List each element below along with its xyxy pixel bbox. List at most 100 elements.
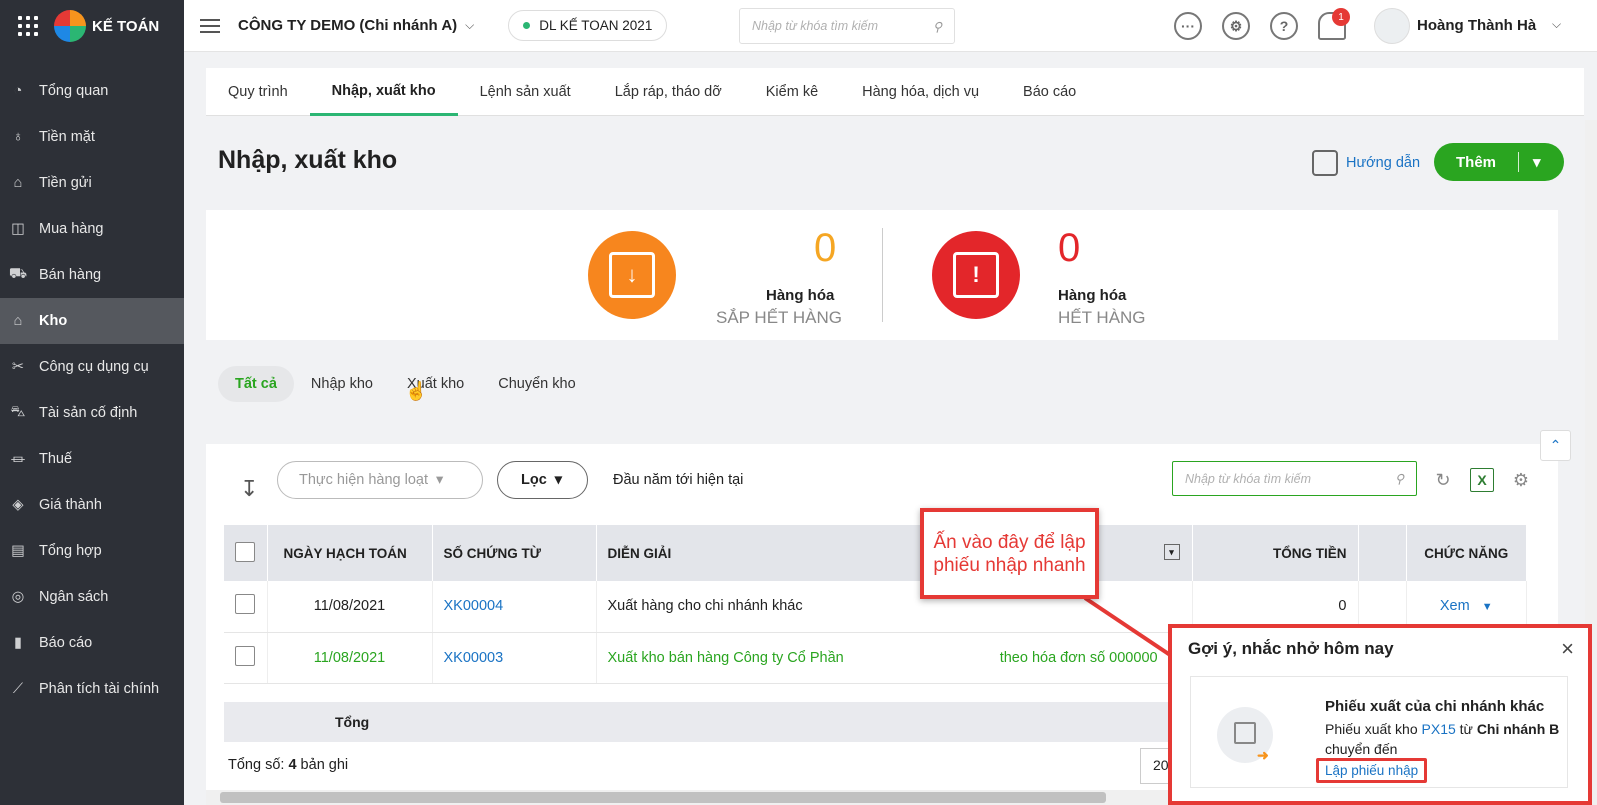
sidebar-item-1[interactable]: ♁ Tiền mặt [0, 114, 184, 160]
user-name[interactable]: Hoàng Thành Hà [1417, 17, 1536, 34]
logo-row: KẾ TOÁN [0, 0, 184, 52]
tab-1[interactable]: Nhập, xuất kho [309, 68, 458, 116]
building-icon [1234, 722, 1256, 744]
out-stock-count[interactable]: 0 [1058, 226, 1080, 271]
cell-doc-link[interactable]: XK00003 [432, 632, 597, 684]
tab-3[interactable]: Lắp ráp, tháo dỡ [593, 68, 744, 116]
tab-0[interactable]: Quy trình [228, 68, 310, 116]
company-selector[interactable]: CÔNG TY DEMO (Chi nhánh A) [238, 17, 457, 34]
column-filter-icon[interactable]: ▾ [1163, 544, 1180, 560]
global-search-input[interactable]: Nhập từ khóa tìm kiếm ⚲ [739, 8, 955, 44]
add-button[interactable]: Thêm ▾ [1434, 143, 1564, 181]
action-dropdown-icon[interactable]: ▼ [1482, 601, 1493, 613]
filter-tab-0[interactable]: Tất cả [218, 366, 294, 402]
low-stock-sub: SẮP HẾT HÀNG [716, 308, 842, 327]
sidebar-item-label: Phân tích tài chính [39, 681, 160, 697]
collapse-up-icon[interactable]: ⌃ [1540, 430, 1571, 461]
sidebar-item-12[interactable]: ▮ Báo cáo [0, 620, 184, 666]
notification-badge: 1 [1332, 8, 1350, 26]
sidebar-nav: ◔ Tổng quan ♁ Tiền mặt ⌂ Tiền gửi ◫ Mua hàng ⛟ Bá… [0, 68, 184, 712]
tab-2[interactable]: Lệnh sản xuất [458, 68, 593, 116]
signpost-icon [1312, 150, 1338, 176]
low-stock-icon[interactable]: ↓ [588, 231, 676, 319]
row-checkbox[interactable] [235, 594, 256, 615]
close-icon[interactable]: × [1561, 636, 1574, 662]
sidebar-item-10[interactable]: ▤ Tổng hợp [0, 528, 184, 574]
sidebar-item-5[interactable]: ⌂ Kho [0, 298, 184, 344]
bulk-action-label: Thực hiện hàng loạt [299, 472, 429, 488]
low-stock-count[interactable]: 0 [814, 226, 836, 271]
gear-icon[interactable]: ⚙ [1222, 12, 1250, 40]
menu-icon[interactable] [200, 15, 220, 37]
sidebar-item-label: Công cụ dụng cụ [39, 359, 149, 375]
sidebar-item-label: Tổng quan [39, 83, 109, 99]
col-total[interactable]: TỔNG TIỀN [1192, 525, 1359, 581]
refresh-icon[interactable]: ↻ [1431, 468, 1455, 492]
sidebar-item-9[interactable]: ◈ Giá thành [0, 482, 184, 528]
scroll-thumb[interactable] [220, 792, 1106, 803]
sidebar-item-0[interactable]: ◔ Tổng quan [0, 68, 184, 114]
user-chevron-down-icon[interactable]: ⌵ [1552, 17, 1561, 32]
bell-icon[interactable]: 1 [1318, 8, 1350, 40]
tab-4[interactable]: Kiểm kê [744, 68, 840, 116]
create-receipt-link[interactable]: Lập phiếu nhập [1316, 758, 1428, 783]
sidebar-item-3[interactable]: ◫ Mua hàng [0, 206, 184, 252]
select-all-cell [224, 525, 268, 581]
sidebar-item-label: Tiền mặt [39, 129, 95, 145]
sidebar-item-label: Tổng hợp [39, 543, 102, 559]
app-grid-icon[interactable] [18, 16, 38, 36]
grid-search-input[interactable]: Nhập từ khóa tìm kiếm ⚲ [1172, 461, 1417, 496]
select-all-checkbox[interactable] [235, 541, 256, 562]
filter-tab-1[interactable]: Nhập kho [294, 366, 390, 402]
database-selector[interactable]: DL KẾ TOAN 2021 [508, 10, 668, 41]
guide-link[interactable]: Hướng dẫn [1312, 150, 1420, 176]
sidebar-item-7[interactable]: ⛍ Tài sản cố định [0, 390, 184, 436]
sidebar: KẾ TOÁN ◔ Tổng quan ♁ Tiền mặt ⌂ Tiền gửi ◫ Mua… [0, 0, 184, 805]
more-icon[interactable]: ··· [1174, 12, 1202, 40]
voucher-link[interactable]: PX15 [1422, 721, 1456, 737]
chevron-down-icon[interactable]: ⌵ [465, 18, 474, 33]
tab-5[interactable]: Hàng hóa, dịch vụ [840, 68, 1001, 116]
search-icon[interactable]: ⚲ [933, 19, 942, 34]
cart-icon: ⛟ [8, 266, 28, 282]
sidebar-item-11[interactable]: ◎ Ngân sách [0, 574, 184, 620]
view-link[interactable]: Xem [1440, 598, 1470, 614]
search-icon[interactable]: ⚲ [1395, 471, 1404, 486]
filter-tab-2[interactable]: Xuất kho [390, 366, 481, 402]
sidebar-item-2[interactable]: ⌂ Tiền gửi [0, 160, 184, 206]
guide-label: Hướng dẫn [1346, 155, 1421, 171]
filter-tab-3[interactable]: Chuyển kho [481, 366, 592, 402]
period-selector[interactable]: Đầu năm tới hiện tại [613, 472, 743, 488]
col-doc[interactable]: SỐ CHỨNG TỪ [432, 525, 597, 581]
filter-button[interactable]: Lọc ▾ [497, 461, 588, 499]
sort-arrow-icon[interactable]: ↧ [240, 476, 258, 502]
header-icons: ··· ⚙ ? 1 [1174, 8, 1350, 40]
cell-doc-link[interactable]: XK00004 [432, 581, 597, 633]
add-dropdown-icon[interactable]: ▾ [1533, 153, 1541, 171]
hand-cursor-icon: ☝ [405, 381, 428, 401]
col-spacer [1358, 525, 1407, 581]
grid-settings-icon[interactable]: ⚙ [1509, 468, 1533, 492]
col-date[interactable]: NGÀY HẠCH TOÁN [267, 525, 433, 581]
out-stock-icon[interactable]: ! [932, 231, 1020, 319]
bulk-action-button[interactable]: Thực hiện hàng loạt ▾ [277, 461, 483, 499]
row-checkbox[interactable] [235, 645, 256, 666]
module-tabs: Quy trình Nhập, xuất kho Lệnh sản xuất Lắp … [206, 68, 1584, 116]
sidebar-item-8[interactable]: ⏛ Thuế [0, 436, 184, 482]
tab-6[interactable]: Báo cáo [1001, 68, 1098, 116]
row-select-cell [224, 581, 268, 633]
help-icon[interactable]: ? [1270, 12, 1298, 40]
sidebar-item-6[interactable]: ✂ Công cụ dụng cụ [0, 344, 184, 390]
sidebar-item-label: Tài sản cố định [39, 405, 138, 421]
warehouse-icon: ⌂ [13, 313, 23, 329]
col-desc-label: DIỄN GIẢI [607, 545, 672, 561]
avatar[interactable] [1374, 8, 1410, 44]
tools-icon: ✂ [11, 359, 25, 375]
grid-search-placeholder: Nhập từ khóa tìm kiếm [1185, 471, 1312, 486]
col-desc[interactable]: DIỄN GIẢI ▾ [596, 525, 1193, 581]
sidebar-item-13[interactable]: ⟋ Phân tích tài chính [0, 666, 184, 712]
excel-icon[interactable]: X [1470, 468, 1494, 492]
branch-name: Chi nhánh B [1476, 721, 1560, 737]
price-tag-icon: ◈ [12, 497, 24, 513]
sidebar-item-4[interactable]: ⛟ Bán hàng [0, 252, 184, 298]
